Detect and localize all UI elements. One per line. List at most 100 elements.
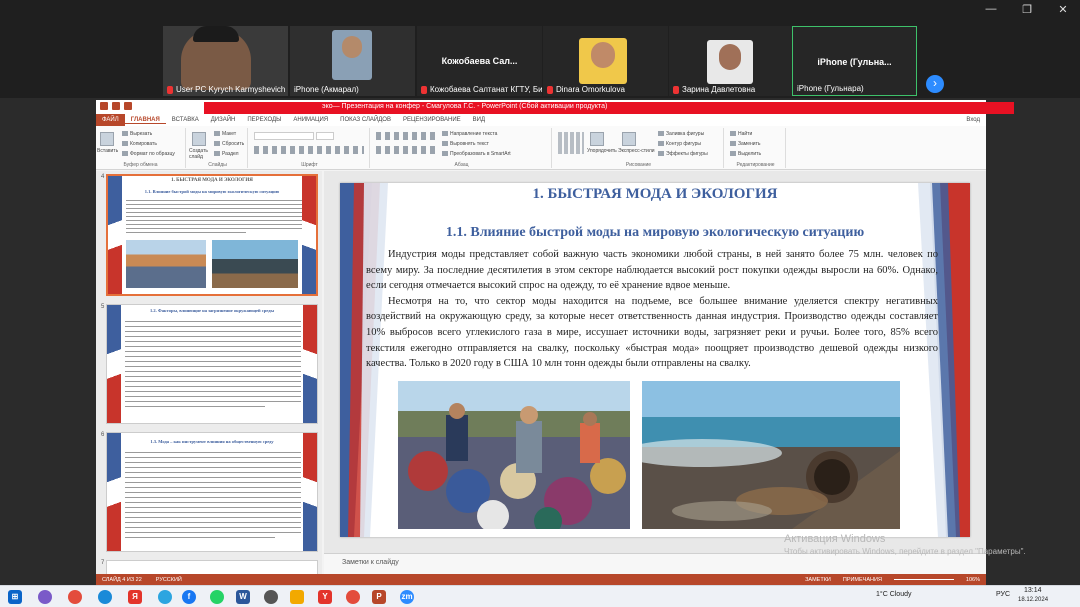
arrange-button[interactable]: Упорядочить <box>587 148 617 154</box>
slide-body[interactable]: Индустрия моды представляет собой важную… <box>366 247 938 372</box>
zoom-icon[interactable]: zm <box>400 590 414 604</box>
current-slide[interactable]: 1. БЫСТРАЯ МОДА И ЭКОЛОГИЯ 1.1. Влияние … <box>340 183 970 537</box>
quick-access-toolbar <box>100 102 132 110</box>
section-icon <box>214 151 220 157</box>
cut-button[interactable]: Вырезать <box>122 131 152 137</box>
slide-number: 7 <box>101 560 105 566</box>
smartart-button[interactable]: Преобразовать в SmartArt <box>442 151 511 157</box>
group-label: Буфер обмена <box>123 162 158 168</box>
facebook-icon[interactable]: f <box>182 590 196 604</box>
paste-button[interactable]: Вставить <box>97 148 118 154</box>
font-size-select[interactable] <box>316 132 334 140</box>
participant-name: User PC Kyrych Karmyshevich <box>176 85 286 94</box>
paragraph-group: Направление текста Выровнять текст Преоб… <box>372 128 552 168</box>
replace-button[interactable]: Заменить <box>730 141 760 147</box>
sewage-pipe-photo[interactable] <box>642 381 900 529</box>
slide-title[interactable]: 1. БЫСТРАЯ МОДА И ЭКОЛОГИЯ <box>340 186 970 203</box>
shape-effects-button[interactable]: Эффекты фигуры <box>658 151 708 157</box>
clock-date[interactable]: 18.12.2024 <box>1018 597 1048 603</box>
sign-in-link[interactable]: Вход <box>966 117 986 123</box>
slide-editor: 1. БЫСТРАЯ МОДА И ЭКОЛОГИЯ 1.1. Влияние … <box>324 171 986 553</box>
tab-insert[interactable]: ВСТАВКА <box>166 117 205 123</box>
format-painter-button[interactable]: Формат по образцу <box>122 151 175 157</box>
slide-thumbnail[interactable]: 1.3. Мода – как инструмент влияния на об… <box>106 432 318 552</box>
tab-design[interactable]: ДИЗАЙН <box>205 117 242 123</box>
slide-notes-field[interactable]: Заметки к слайду <box>324 553 986 574</box>
tab-slideshow[interactable]: ПОКАЗ СЛАЙДОВ <box>334 117 397 123</box>
powerpoint-icon[interactable]: P <box>372 590 386 604</box>
yandex-icon[interactable]: Я <box>128 590 142 604</box>
windows-start-icon[interactable]: ⊞ <box>8 590 22 604</box>
edge-icon[interactable] <box>98 590 112 604</box>
align-buttons[interactable] <box>376 146 436 154</box>
slide-counter: СЛАЙД 4 ИЗ 22 <box>102 576 142 583</box>
clock-time[interactable]: 13:14 <box>1024 587 1042 594</box>
participant-tile[interactable]: Dinara Omorkulova <box>543 26 668 96</box>
close-icon[interactable]: ✕ <box>1056 3 1070 16</box>
chrome-icon[interactable] <box>346 590 360 604</box>
align-text-button[interactable]: Выровнять текст <box>442 141 489 147</box>
participant-tile[interactable]: Кожобаева Сал... Кожобаева Салтанат КГТУ… <box>417 26 542 96</box>
tab-animations[interactable]: АНИМАЦИЯ <box>287 117 334 123</box>
tab-transitions[interactable]: ПЕРЕХОДЫ <box>241 117 287 123</box>
replace-icon <box>730 141 736 147</box>
comments-toggle[interactable]: ПРИМЕЧАНИЯ <box>843 577 882 583</box>
participant-tile[interactable]: Зарина Давлетовна <box>669 26 794 96</box>
notes-toggle[interactable]: ЗАМЕТКИ <box>805 577 831 583</box>
quick-styles-button[interactable]: Экспресс-стили <box>618 148 655 154</box>
slide-thumbnail[interactable]: 1.2. Факторы, влияющие на загрязнение ок… <box>106 304 318 424</box>
participant-avatar <box>591 42 615 68</box>
reset-button[interactable]: Сбросить <box>214 141 244 147</box>
zoom-level[interactable]: 106% <box>966 577 980 583</box>
select-button[interactable]: Выделить <box>730 151 761 157</box>
participant-center-name: iPhone (Гульна... <box>817 57 892 67</box>
shape-fill-button[interactable]: Заливка фигуры <box>658 131 704 137</box>
copy-button[interactable]: Копировать <box>122 141 157 147</box>
tab-review[interactable]: РЕЦЕНЗИРОВАНИЕ <box>397 117 467 123</box>
app-icon[interactable] <box>290 590 304 604</box>
text-direction-button[interactable]: Направление текста <box>442 131 497 137</box>
weather-widget[interactable]: 1°C Cloudy <box>876 591 911 598</box>
slide-thumbnail[interactable] <box>106 560 318 574</box>
thumbnail-photo <box>126 240 206 288</box>
yandex-browser-icon[interactable]: Y <box>318 590 332 604</box>
outline-icon <box>658 141 664 147</box>
participant-tile[interactable]: User PC Kyrych Karmyshevich <box>163 26 288 96</box>
tab-home[interactable]: ГЛАВНАЯ <box>124 117 166 124</box>
shape-outline-button[interactable]: Контур фигуры <box>658 141 701 147</box>
status-bar: СЛАЙД 4 ИЗ 22 РУССКИЙ ЗАМЕТКИ ПРИМЕЧАНИЯ… <box>96 574 986 585</box>
undo-icon[interactable] <box>112 102 120 110</box>
new-slide-button[interactable]: Создать слайд <box>189 148 213 160</box>
section-button[interactable]: Раздел <box>214 151 239 157</box>
clothes-pile-photo[interactable] <box>398 381 630 529</box>
redo-icon[interactable] <box>124 102 132 110</box>
participant-tile[interactable]: iPhone (Акмарал) <box>290 26 415 96</box>
word-icon[interactable]: W <box>236 590 250 604</box>
activation-warning-bar: эко— Презентация на конфер - Смагулова Г… <box>204 102 1014 114</box>
slide-subtitle[interactable]: 1.1. Влияние быстрой моды на мировую эко… <box>340 225 970 241</box>
zoom-slider[interactable] <box>893 579 954 580</box>
telegram-icon[interactable] <box>158 590 172 604</box>
find-button[interactable]: Найти <box>730 131 752 137</box>
shapes-gallery[interactable] <box>558 132 584 154</box>
language-indicator[interactable]: РУССКИЙ <box>156 577 182 583</box>
chrome-icon[interactable] <box>68 590 82 604</box>
tab-view[interactable]: ВИД <box>467 117 491 123</box>
font-format-buttons[interactable] <box>254 146 364 154</box>
list-buttons[interactable] <box>376 132 436 140</box>
next-page-button[interactable]: › <box>926 75 944 93</box>
restore-icon[interactable]: ❐ <box>1020 3 1034 16</box>
layout-icon <box>214 131 220 137</box>
language-indicator[interactable]: РУС <box>996 591 1010 598</box>
slide-thumbnail-selected[interactable]: 1. БЫСТРАЯ МОДА И ЭКОЛОГИЯ 1.1. Влияние … <box>106 174 318 296</box>
font-name-select[interactable] <box>254 132 314 140</box>
minimize-icon[interactable]: — <box>984 3 998 16</box>
layout-button[interactable]: Макет <box>214 131 236 137</box>
save-icon[interactable] <box>100 102 108 110</box>
paragraph: Индустрия моды представляет собой важную… <box>366 249 938 292</box>
app-icon[interactable] <box>264 590 278 604</box>
tab-file[interactable]: ФАЙЛ <box>96 114 125 126</box>
app-icon[interactable] <box>38 590 52 604</box>
participant-tile-active-speaker[interactable]: iPhone (Гульна... iPhone (Гульнара) <box>792 26 917 96</box>
whatsapp-icon[interactable] <box>210 590 224 604</box>
